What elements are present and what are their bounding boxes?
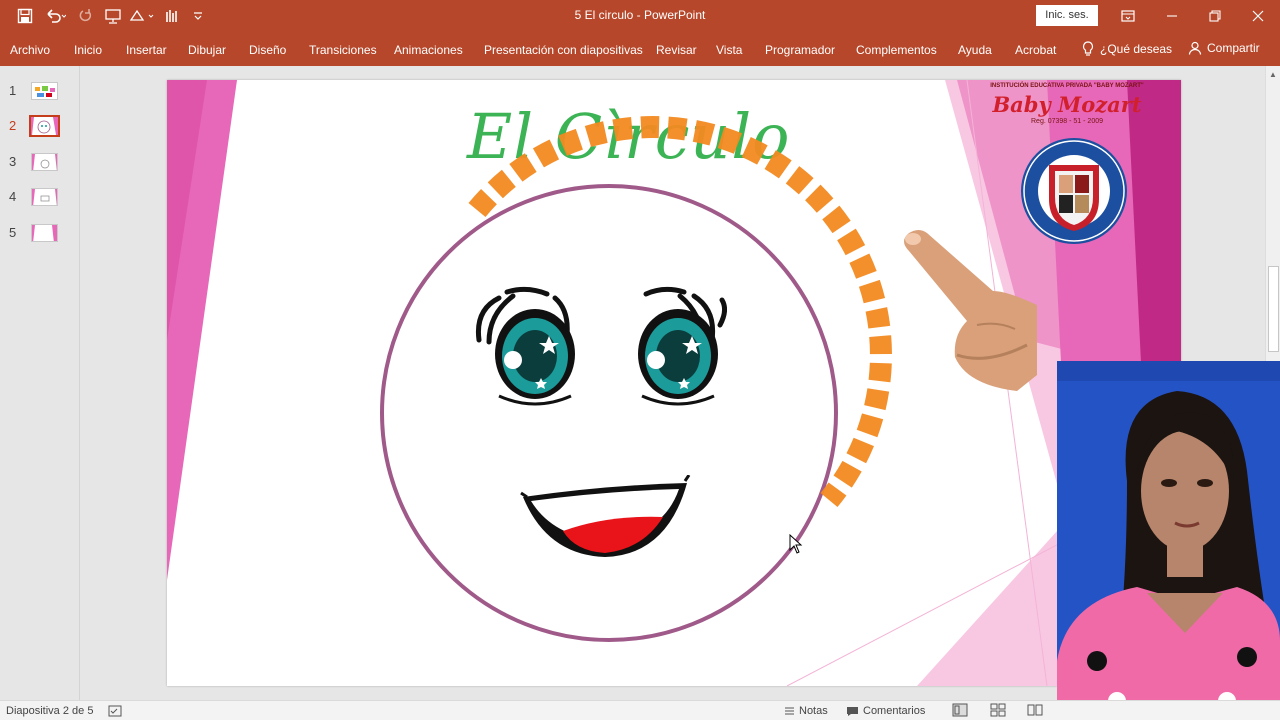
accessibility-icon[interactable] (108, 705, 122, 717)
logo-registration: Reg. 07398 - 51 - 2009 (1031, 118, 1103, 125)
thumbnail-number: 1 (9, 83, 17, 98)
thumbnail-slide-4[interactable]: 4 (0, 186, 80, 210)
slide-sorter-icon[interactable] (990, 703, 1006, 717)
mouth-image[interactable] (517, 475, 697, 565)
thumbnail-number: 5 (9, 225, 17, 240)
status-bar: Diapositiva 2 de 5 Notas Comentarios (0, 700, 1280, 720)
tab-vista[interactable]: Vista (716, 43, 742, 57)
tab-diseno[interactable]: Diseño (249, 43, 286, 57)
comments-button[interactable]: Comentarios (846, 705, 925, 717)
person-icon (1188, 41, 1202, 55)
tab-dibujar[interactable]: Dibujar (188, 43, 226, 57)
tab-animaciones[interactable]: Animaciones (394, 43, 463, 57)
notes-button[interactable]: Notas (784, 705, 828, 717)
minimize-icon[interactable] (1150, 0, 1194, 32)
tab-insertar[interactable]: Insertar (126, 43, 167, 57)
comments-label: Comentarios (863, 705, 926, 717)
webcam-video (1057, 361, 1280, 720)
tab-programador[interactable]: Programador (765, 43, 835, 57)
close-icon[interactable] (1236, 0, 1280, 32)
slide-counter: Diapositiva 2 de 5 (6, 705, 94, 717)
tab-revisar[interactable]: Revisar (656, 43, 697, 57)
thumbnail-image (31, 224, 58, 242)
scrollbar-thumb[interactable] (1268, 266, 1279, 352)
thumbnail-image (31, 153, 58, 171)
thumbnail-slide-1[interactable]: 1 (0, 80, 80, 104)
tab-ayuda[interactable]: Ayuda (958, 43, 992, 57)
school-seal-icon[interactable] (1019, 135, 1129, 247)
slide-thumbnails-pane: 1 2 3 4 5 (0, 66, 80, 700)
eyes-image[interactable] (467, 280, 727, 420)
ribbon-display-options-icon[interactable] (1106, 0, 1150, 32)
thumbnail-slide-2[interactable]: 2 (0, 115, 80, 139)
slide-canvas[interactable]: El Cìrculo INSTITUCIÓN EDUCATIVA PRIVADA… (167, 80, 1181, 686)
mouse-cursor-icon (789, 534, 803, 554)
comment-icon (847, 706, 858, 716)
lightbulb-icon (1082, 41, 1094, 56)
thumbnail-slide-3[interactable]: 3 (0, 151, 80, 175)
thumbnail-image (31, 188, 58, 206)
restore-icon[interactable] (1193, 0, 1237, 32)
sign-in-button[interactable]: Inic. ses. (1036, 5, 1098, 26)
tell-me-search[interactable]: ¿Qué deseas (1082, 41, 1172, 57)
normal-view-icon[interactable] (952, 703, 968, 717)
scroll-up-icon[interactable]: ▲ (1269, 70, 1277, 79)
tab-complementos[interactable]: Complementos (856, 43, 937, 57)
thumbnail-number: 2 (9, 118, 17, 133)
title-bar: 5 El circulo - PowerPoint Inic. ses. (0, 0, 1280, 32)
notes-icon (785, 707, 794, 714)
tab-presentacion[interactable]: Presentación con diapositivas (484, 43, 643, 57)
logo-institution-text: INSTITUCIÓN EDUCATIVA PRIVADA "BABY MOZA… (990, 83, 1144, 89)
thumbnail-image (31, 82, 58, 100)
tab-transiciones[interactable]: Transiciones (309, 43, 377, 57)
notes-label: Notas (799, 705, 828, 717)
logo-school-name: Baby Mozart (992, 92, 1142, 117)
share-button[interactable]: Compartir (1188, 41, 1260, 55)
tab-acrobat[interactable]: Acrobat (1015, 43, 1056, 57)
thumbnail-image (29, 115, 60, 137)
thumbnail-number: 4 (9, 189, 17, 204)
share-label: Compartir (1207, 41, 1260, 55)
reading-view-icon[interactable] (1027, 703, 1043, 717)
thumbnail-slide-5[interactable]: 5 (0, 222, 80, 246)
tell-me-label: ¿Qué deseas (1100, 42, 1173, 56)
pointing-hand-image[interactable] (897, 225, 1047, 395)
tab-inicio[interactable]: Inicio (74, 43, 102, 57)
thumbnail-number: 3 (9, 154, 17, 169)
tab-archivo[interactable]: Archivo (10, 43, 50, 57)
ribbon-tabs: Archivo Inicio Insertar Dibujar Diseño T… (0, 32, 1280, 66)
